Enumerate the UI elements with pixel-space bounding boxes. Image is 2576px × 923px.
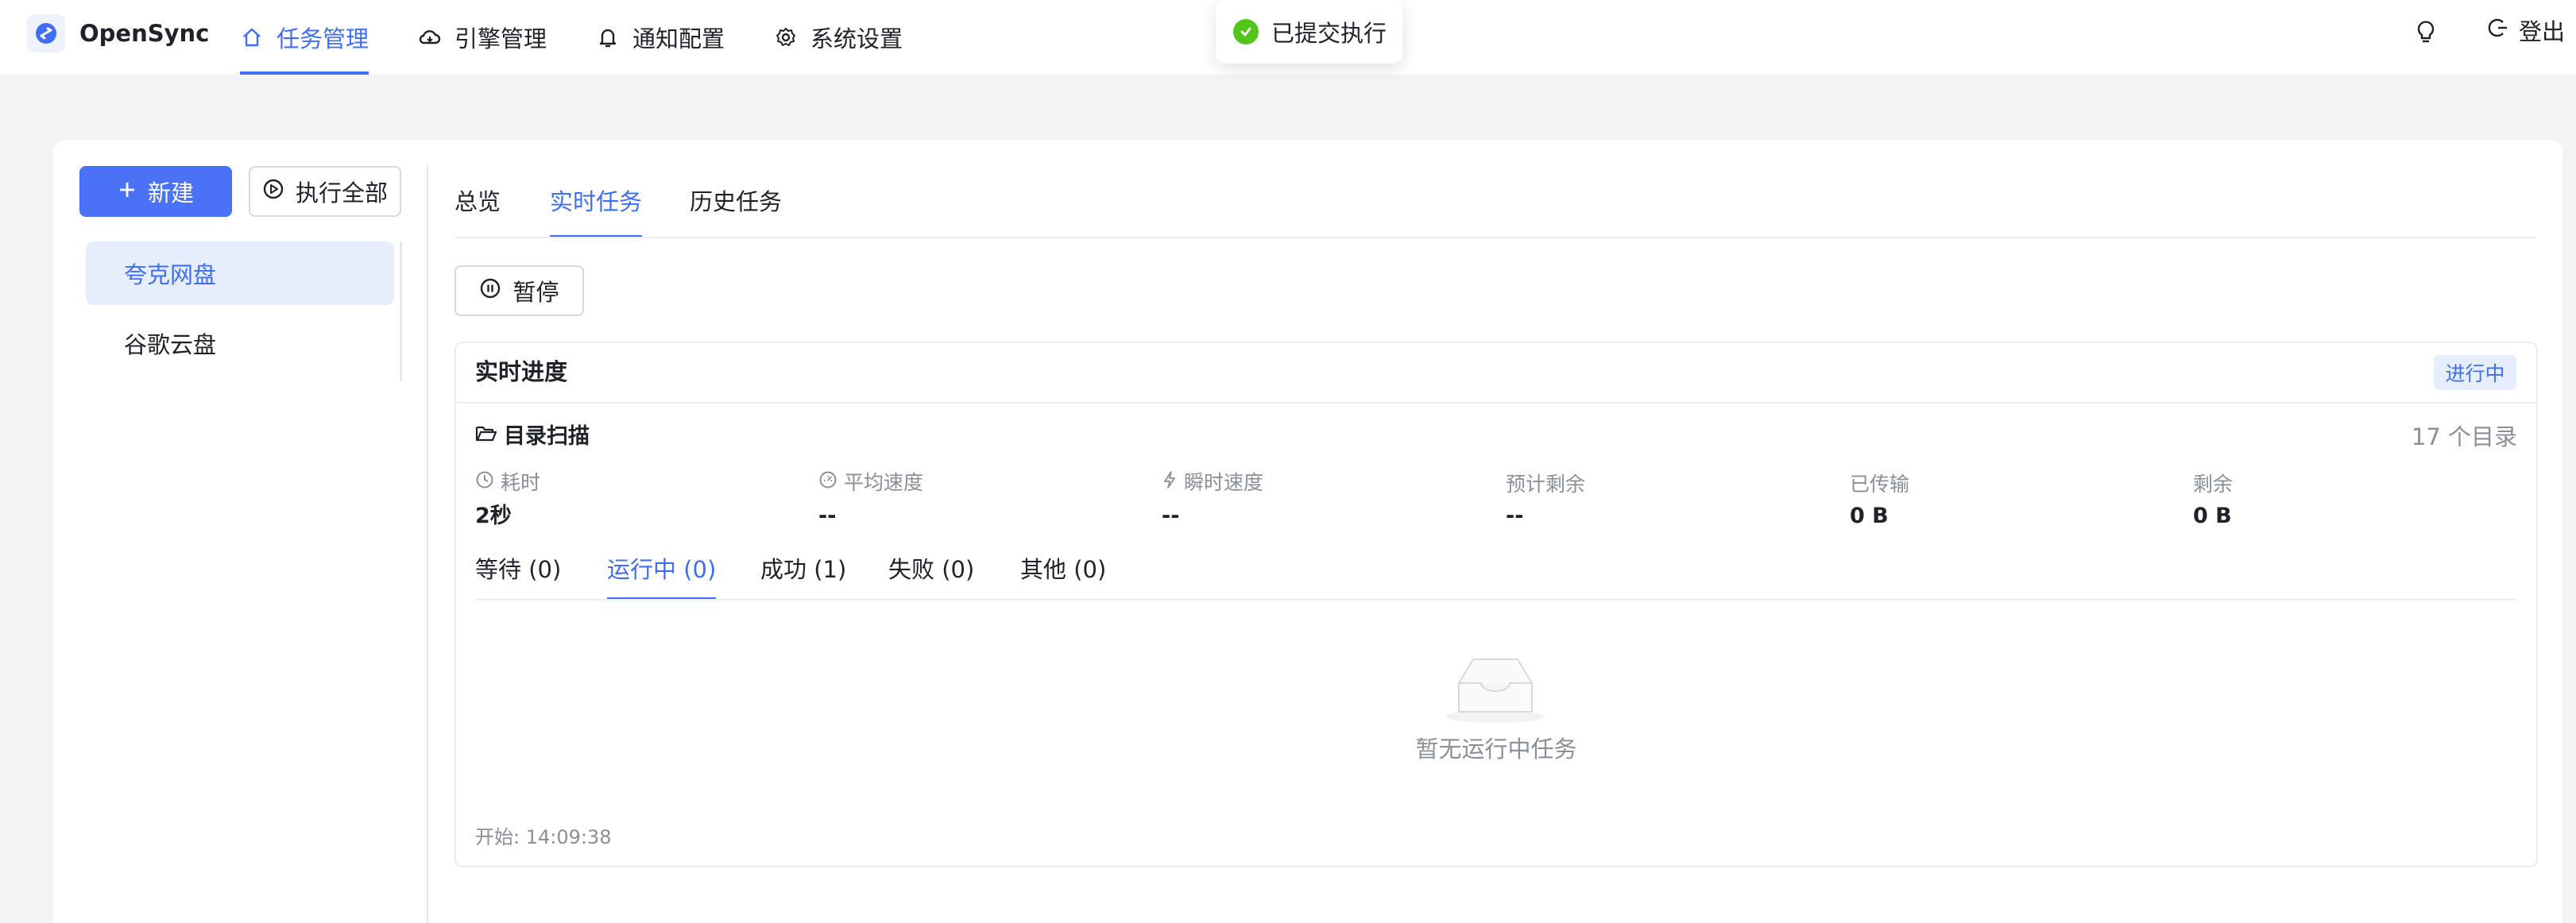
tab-realtime-tasks[interactable]: 实时任务 <box>550 183 643 238</box>
folder-open-icon <box>475 421 497 453</box>
nav-item-label: 系统设置 <box>810 25 903 52</box>
subtab-label: 等待 (0) <box>475 556 562 583</box>
toast-text: 已提交执行 <box>1271 20 1387 47</box>
tab-label: 总览 <box>454 188 501 215</box>
pause-circle-icon <box>479 277 501 305</box>
brand-name: OpenSync <box>79 20 210 47</box>
sidebar-scrollbar[interactable] <box>400 241 402 381</box>
stat-label-eta: 预计剩余 <box>1506 470 1585 499</box>
sidebar-item-label: 谷歌云盘 <box>124 331 217 358</box>
stat-label-text: 平均速度 <box>844 471 924 494</box>
status-badge: 进行中 <box>2434 355 2516 390</box>
subtab-waiting[interactable]: 等待 (0) <box>475 551 561 601</box>
stat-value-remaining: 0 B <box>2193 504 2232 528</box>
subtab-label: 失败 (0) <box>888 556 975 583</box>
directory-scan-title: 目录扫描 <box>475 421 590 453</box>
stat-value-average-speed: -- <box>818 504 837 528</box>
stat-label-text: 剩余 <box>2193 473 2234 496</box>
home-icon <box>240 25 264 49</box>
subtabs-divider <box>475 599 2517 601</box>
nav-item-label: 引擎管理 <box>454 25 547 52</box>
stat-label-remaining: 剩余 <box>2193 470 2233 499</box>
new-button[interactable]: 新建 <box>79 166 232 217</box>
cloud-icon <box>418 25 442 49</box>
play-circle-icon <box>262 178 284 206</box>
start-time-text: 开始: 14:09:38 <box>475 826 612 848</box>
lightning-icon <box>1162 469 1178 497</box>
nav-item-label: 任务管理 <box>277 25 369 52</box>
stat-label-average-speed: 平均速度 <box>818 469 923 497</box>
bell-icon <box>596 25 620 49</box>
tabs-divider <box>454 237 2536 238</box>
new-button-label: 新建 <box>147 180 194 207</box>
run-all-label: 执行全部 <box>295 180 388 207</box>
subtab-label: 成功 (1) <box>760 556 847 583</box>
directory-count: 17 个目录 <box>2411 423 2517 450</box>
subtab-label: 运行中 (0) <box>607 556 717 583</box>
nav-item-system-settings[interactable]: 系统设置 <box>774 0 903 75</box>
stat-label-elapsed: 耗时 <box>475 469 540 497</box>
opensync-logo-icon[interactable] <box>27 14 65 52</box>
stat-value-instant-speed: -- <box>1162 504 1180 528</box>
stat-value-eta: -- <box>1506 504 1524 528</box>
run-all-button[interactable]: 执行全部 <box>249 166 401 217</box>
lightbulb-icon[interactable] <box>2410 16 2442 48</box>
toast-notification: 已提交执行 <box>1216 0 1402 64</box>
empty-inbox-icon <box>1443 651 1548 724</box>
subtab-success[interactable]: 成功 (1) <box>760 551 846 601</box>
subtab-running[interactable]: 运行中 (0) <box>607 551 717 601</box>
pause-button[interactable]: 暂停 <box>454 265 584 316</box>
stat-label-text: 预计剩余 <box>1506 473 1586 496</box>
tab-history-tasks[interactable]: 历史任务 <box>690 183 782 238</box>
pause-label: 暂停 <box>512 279 559 306</box>
empty-state-text: 暂无运行中任务 <box>1415 736 1577 763</box>
panel-title: 实时进度 <box>475 358 568 385</box>
nav-item-label: 通知配置 <box>632 25 725 52</box>
realtime-progress-panel <box>454 342 2538 867</box>
tab-label: 历史任务 <box>690 188 783 215</box>
plus-icon <box>118 178 137 205</box>
stat-label-text: 已传输 <box>1850 473 1910 496</box>
tab-overview[interactable]: 总览 <box>454 183 501 238</box>
subtab-failed[interactable]: 失败 (0) <box>888 551 974 601</box>
stat-label-instant-speed: 瞬时速度 <box>1162 469 1263 497</box>
sidebar-item-quark-drive[interactable]: 夸克网盘 <box>86 241 394 305</box>
clock-icon <box>475 469 494 497</box>
gauge-icon <box>818 469 837 497</box>
subtab-label: 其他 (0) <box>1020 556 1107 583</box>
logout-button[interactable]: 登出 <box>2487 14 2565 46</box>
logout-icon <box>2487 17 2509 44</box>
nav-item-task-management[interactable]: 任务管理 <box>240 0 369 75</box>
stat-label-text: 耗时 <box>501 471 541 494</box>
nav-item-engine-management[interactable]: 引擎管理 <box>418 0 547 75</box>
stat-value-elapsed: 2秒 <box>475 504 512 528</box>
sidebar-item-label: 夸克网盘 <box>124 261 217 288</box>
logout-label: 登出 <box>2519 18 2566 45</box>
check-circle-icon <box>1233 19 1259 44</box>
stat-label-transferred: 已传输 <box>1850 470 1909 499</box>
subtab-other[interactable]: 其他 (0) <box>1020 551 1106 601</box>
scan-title-label: 目录扫描 <box>504 424 590 449</box>
vertical-divider <box>427 165 428 923</box>
tab-label: 实时任务 <box>550 188 643 215</box>
stat-value-transferred: 0 B <box>1850 504 1889 528</box>
panel-header-divider <box>456 402 2536 404</box>
nav-item-notification-config[interactable]: 通知配置 <box>596 0 725 75</box>
sidebar-item-google-drive[interactable]: 谷歌云盘 <box>86 311 394 375</box>
gear-icon <box>774 25 798 49</box>
stat-label-text: 瞬时速度 <box>1184 471 1264 494</box>
